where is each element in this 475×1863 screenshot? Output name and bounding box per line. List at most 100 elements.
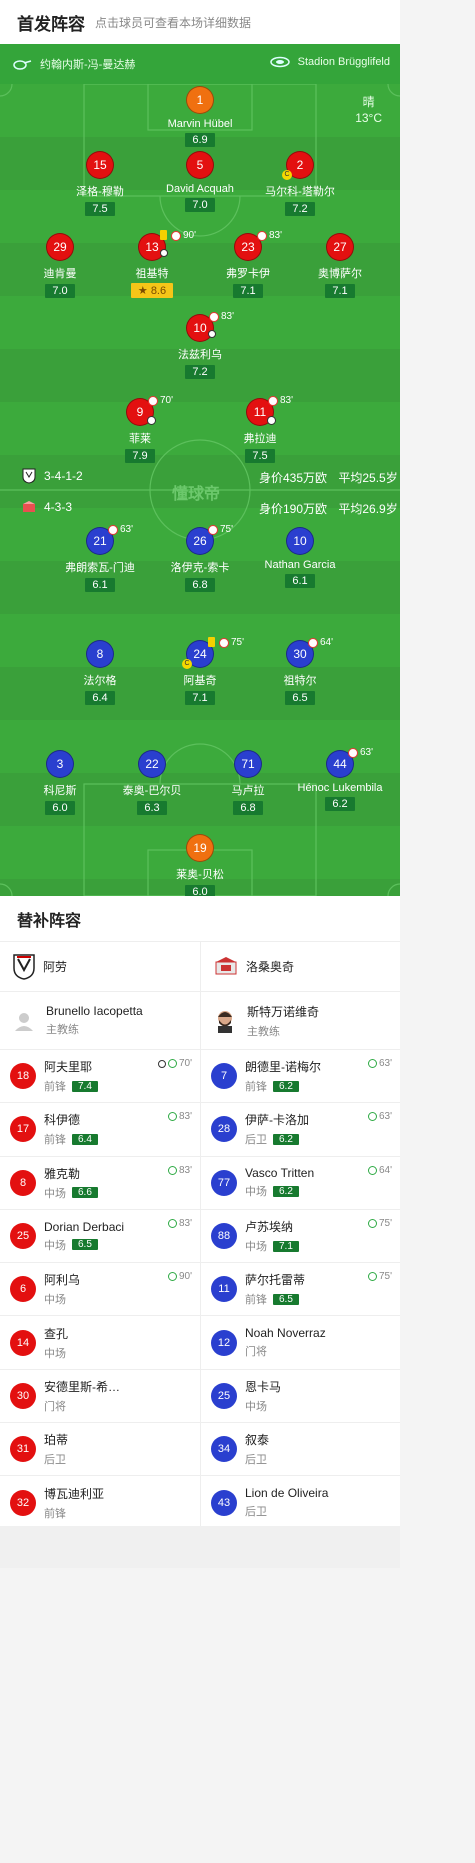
coach-role: 主教练 <box>46 1024 79 1036</box>
away-team-row[interactable]: 洛桑奥奇 <box>201 942 400 992</box>
sub-number: 32 <box>10 1489 36 1516</box>
sub-name: 雅克勒 <box>44 1166 81 1181</box>
sub-player-row[interactable]: 14 查孔 中场 <box>0 1316 200 1370</box>
sub-name: Noah Noverraz <box>245 1326 326 1341</box>
player-home-9[interactable]: 9 70' 菲莱 7.9 <box>75 395 205 464</box>
sub-player-row[interactable]: 43 Lion de Oliveira 后卫 <box>201 1476 400 1530</box>
sub-name: 珀蒂 <box>44 1433 69 1448</box>
sub-out-icon <box>108 524 118 535</box>
coach-name: 斯特万诺维奇 <box>247 1004 320 1019</box>
sub-out: 75' <box>208 524 233 535</box>
player-number: 19 <box>186 834 214 862</box>
sub-rating: 6.6 <box>72 1187 98 1199</box>
player-home-10[interactable]: 10 83' 法兹利乌 7.2 <box>135 311 265 380</box>
sub-out-icon <box>257 230 267 241</box>
home-coach-row[interactable]: Brunello Iacopetta 主教练 <box>0 992 200 1050</box>
sub-player-row[interactable]: 88 卢苏埃纳 中场 7.1 75' <box>201 1210 400 1264</box>
sub-out-icon <box>208 524 218 535</box>
lineup-header: 首发阵容 点击球员可查看本场详细数据 <box>0 0 400 44</box>
player-number: 3 <box>46 750 74 778</box>
sub-in-minute: 75' <box>378 1271 392 1283</box>
sub-name: Lion de Oliveira <box>245 1486 329 1501</box>
sub-in: 64' <box>367 1165 392 1176</box>
player-rating: 6.0 <box>185 885 215 896</box>
sub-minute: 64' <box>320 637 334 648</box>
pitch-info-bar: 约翰内斯-冯-曼达赫 Stadion Brügglifeld <box>0 44 400 84</box>
away-age: 平均26.9岁 <box>338 502 398 516</box>
player-rating: 7.1 <box>185 691 215 705</box>
player-away-30[interactable]: 30 64' 祖特尔 6.5 <box>235 637 365 706</box>
player-home-11[interactable]: 11 83' 弗拉迪 7.5 <box>195 395 325 464</box>
player-rating: 7.0 <box>45 284 75 298</box>
sub-position: 中场 <box>245 1400 267 1413</box>
sub-player-row[interactable]: 17 科伊德 前锋 6.4 83' <box>0 1103 200 1157</box>
player-away-44[interactable]: 44 63' Hénoc Lukembila 6.2 <box>275 747 400 812</box>
coach-role: 主教练 <box>247 1025 280 1038</box>
player-home-27[interactable]: 27 奥博萨尔 7.1 <box>275 233 400 299</box>
player-rating: 7.1 <box>325 284 355 298</box>
sub-player-row[interactable]: 11 萨尔托雷蒂 前锋 6.5 75' <box>201 1263 400 1317</box>
sub-number: 28 <box>211 1116 237 1143</box>
sub-player-row[interactable]: 28 伊萨-卡洛加 后卫 6.2 63' <box>201 1103 400 1157</box>
away-value: 身价190万欧 <box>259 502 328 516</box>
sub-number: 17 <box>10 1116 36 1143</box>
sub-minute: 63' <box>120 524 134 535</box>
sub-minute: 70' <box>160 395 174 406</box>
player-name: Nathan Garcia <box>264 559 336 571</box>
player-home-2[interactable]: 2 C 马尔科-塔勒尔 7.2 <box>235 151 365 217</box>
sub-rating: 6.2 <box>273 1133 299 1145</box>
sub-player-row[interactable]: 6 阿利乌 中场 90' <box>0 1263 200 1317</box>
lausanne-crest-icon <box>215 956 237 974</box>
sub-name: 阿夫里耶 <box>44 1060 93 1075</box>
sub-in: 83' <box>167 1218 192 1229</box>
sub-number: 31 <box>10 1436 36 1463</box>
sub-player-row[interactable]: 32 博瓦迪利亚 前锋 <box>0 1476 200 1530</box>
sub-in-icon <box>367 1059 377 1068</box>
goal-ball-icon <box>267 416 276 425</box>
sub-name: 朗德里-诺梅尔 <box>245 1060 321 1075</box>
yellow-card-icon <box>208 637 215 647</box>
sub-out-icon <box>348 747 358 758</box>
home-team-row[interactable]: 阿劳 <box>0 942 200 992</box>
player-away-19[interactable]: 19 莱奥-贝松 6.0 <box>135 834 265 896</box>
away-coach-row[interactable]: 斯特万诺维奇 主教练 <box>201 992 400 1050</box>
watermark: 懂球帝 <box>172 486 221 503</box>
home-age: 平均25.5岁 <box>338 471 398 485</box>
sub-position: 中场 <box>44 1347 66 1360</box>
sub-position: 门将 <box>44 1400 66 1413</box>
sub-player-row[interactable]: 12 Noah Noverraz 门将 <box>201 1316 400 1370</box>
sub-number: 14 <box>10 1329 36 1356</box>
sub-player-row[interactable]: 25 Dorian Derbaci 中场 6.5 83' <box>0 1210 200 1264</box>
away-subs-column: 洛桑奥奇 斯特万诺维奇 主教练 7 朗德里-诺梅尔 前锋 6.2 63' 28 伊… <box>200 942 400 1530</box>
sub-in-icon <box>167 1218 177 1228</box>
subs-panel: 阿劳 Brunello Iacopetta 主教练 18 阿夫里耶 前锋 7.4 … <box>0 942 400 1530</box>
page-subtitle: 点击球员可查看本场详细数据 <box>95 15 252 30</box>
whistle-icon <box>13 60 32 70</box>
player-rating: 6.0 <box>45 801 75 815</box>
injury-icon <box>208 330 216 338</box>
sub-player-row[interactable]: 31 珀蒂 后卫 <box>0 1423 200 1477</box>
sub-player-row[interactable]: 77 Vasco Tritten 中场 6.2 64' <box>201 1157 400 1210</box>
home-subs-column: 阿劳 Brunello Iacopetta 主教练 18 阿夫里耶 前锋 7.4 … <box>0 942 200 1530</box>
sub-in-icon <box>367 1272 377 1282</box>
sub-position: 前锋 <box>245 1081 267 1094</box>
player-home-1[interactable]: 1 Marvin Hübel 6.9 <box>135 86 265 148</box>
home-formation: 3-4-1-2 <box>44 469 83 483</box>
sub-player-row[interactable]: 30 安德里斯-希… 门将 <box>0 1370 200 1424</box>
player-name: 祖特尔 <box>283 675 317 687</box>
sub-player-row[interactable]: 34 叙泰 后卫 <box>201 1423 400 1477</box>
sub-player-row[interactable]: 25 恩卡马 中场 <box>201 1370 400 1424</box>
sub-in-minute: 63' <box>378 1058 392 1069</box>
sub-position: 前锋 <box>44 1507 66 1520</box>
sub-player-row[interactable]: 7 朗德里-诺梅尔 前锋 6.2 63' <box>201 1050 400 1104</box>
sub-player-row[interactable]: 18 阿夫里耶 前锋 7.4 70' <box>0 1050 200 1104</box>
player-rating: 7.2 <box>285 202 315 216</box>
sub-player-row[interactable]: 8 雅克勒 中场 6.6 83' <box>0 1157 200 1210</box>
sub-out-icon <box>171 230 181 241</box>
player-rating: 7.9 <box>125 449 155 463</box>
player-away-10[interactable]: 10 Nathan Garcia 6.1 <box>235 527 365 589</box>
sub-number: 25 <box>10 1223 36 1250</box>
player-rating: 7.2 <box>185 365 215 379</box>
player-number: 1 <box>186 86 214 114</box>
sub-in: 70' <box>157 1058 192 1069</box>
